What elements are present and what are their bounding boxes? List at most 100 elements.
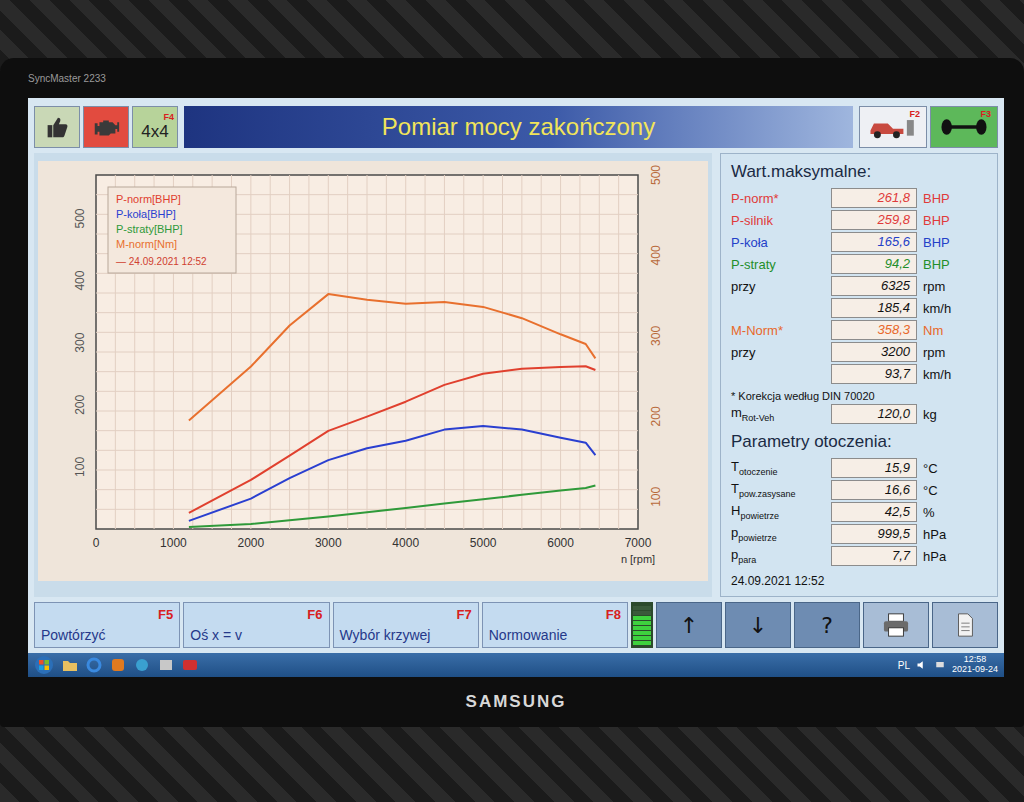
nav-button[interactable]: ↓ [725, 602, 791, 648]
windows-logo-icon [34, 655, 54, 675]
function-button-label: Oś x = v [190, 627, 242, 643]
value-field: 16,6 [831, 480, 917, 500]
clock[interactable]: 12:582021-09-24 [952, 655, 998, 675]
language-indicator[interactable]: PL [898, 660, 910, 671]
value-unit: BHP [923, 235, 987, 250]
engine-button[interactable] [83, 106, 129, 148]
value-label: przy [731, 345, 825, 360]
button-bar: PowtórzyćF5Oś x = vF6Wybór krzywejF7Norm… [34, 602, 998, 648]
value-label: P-straty [731, 257, 825, 272]
correction-note: * Korekcja według DIN 70020 [731, 390, 987, 402]
document-button[interactable] [932, 602, 998, 648]
x-axis-tick: 3000 [315, 536, 342, 550]
x-axis-tick: 2000 [238, 536, 265, 550]
speaker-icon[interactable] [916, 659, 928, 671]
function-button[interactable]: Normowanie F8 [482, 602, 628, 648]
ambient-row: Tpow.zasysane16,6°C [731, 480, 987, 500]
nav-button[interactable]: ↑ [656, 602, 722, 648]
max-value-row: P-koła165,6BHP [731, 232, 987, 252]
right-axis-tick: 400 [649, 245, 663, 265]
max-value-row: P-straty94,2BHP [731, 254, 987, 274]
key-button[interactable]: F44x4 [132, 106, 178, 148]
app-icon[interactable] [158, 657, 174, 673]
max-values-panel: Wart.maksymalne:P-norm*261,8BHPP-silnik2… [720, 153, 998, 597]
value-field: 7,7 [831, 546, 917, 566]
ambient-row: ppowietrze999,5hPa [731, 524, 987, 544]
measurement-date: 24.09.2021 12:52 [731, 568, 987, 588]
engine-icon [91, 112, 121, 142]
value-label: ppowietrze [731, 525, 825, 543]
car-button[interactable]: F2 [859, 106, 927, 148]
value-unit: kg [923, 407, 987, 422]
document-icon [950, 612, 980, 638]
function-key-label: F2 [909, 109, 920, 119]
globe-icon[interactable] [134, 657, 150, 673]
right-axis-tick: 300 [649, 326, 663, 346]
left-axis-tick: 100 [73, 457, 87, 477]
function-button[interactable]: PowtórzyćF5 [34, 602, 180, 648]
max-value-row: przy3200rpm [731, 342, 987, 362]
value-label: M-Norm* [731, 323, 825, 338]
monitor-brand-label: SAMSUNG [466, 692, 567, 712]
function-key-label: F5 [158, 607, 173, 622]
function-key-label: F3 [980, 109, 991, 119]
chart-series-line [189, 426, 596, 521]
ambient-row: ppara 7,7 hPa [731, 546, 987, 566]
ambient-row: Hpowietrze42,5% [731, 502, 987, 522]
legend-date: — 24.09.2021 12:52 [116, 256, 207, 267]
value-field: 120,0 [831, 404, 917, 424]
screen: F44x4Pomiar mocy zakończonyF2F3P-norm[BH… [28, 98, 1004, 677]
function-key-label: F7 [457, 607, 472, 622]
media-player-icon[interactable] [110, 657, 126, 673]
legend-entry: P-koła[BHP] [116, 208, 176, 220]
monitor-bezel-bottom: SAMSUNG [28, 677, 1004, 727]
x-axis-tick: 6000 [547, 536, 574, 550]
network-icon[interactable] [934, 659, 946, 671]
value-field: 165,6 [831, 232, 917, 252]
value-unit: °C [923, 483, 987, 498]
function-button[interactable]: Wybór krzywejF7 [333, 602, 479, 648]
function-button-label: Normowanie [489, 627, 568, 643]
title-bar: Pomiar mocy zakończony [184, 106, 853, 148]
value-field: 261,8 [831, 188, 917, 208]
indicator-segment [633, 641, 651, 645]
indicator-segment [633, 611, 651, 615]
value-unit: BHP [923, 213, 987, 228]
folder-icon[interactable] [62, 657, 78, 673]
max-values-title: Wart.maksymalne: [731, 162, 987, 182]
axle-button[interactable]: F3 [930, 106, 998, 148]
x-axis-tick: 5000 [470, 536, 497, 550]
browser-icon[interactable] [86, 657, 102, 673]
max-value-row: M-Norm* 358,3 Nm [731, 320, 987, 340]
value-label: mRot-Veh [731, 405, 825, 423]
value-unit: Nm [923, 323, 987, 338]
function-key-label: F8 [606, 607, 621, 622]
legend-box [108, 187, 236, 273]
right-axis-tick: 100 [649, 486, 663, 506]
legend-entry: M-norm[Nm] [116, 238, 177, 250]
legend-entry: P-straty[BHP] [116, 223, 183, 235]
power-chart-panel: P-norm[BHP]P-koła[BHP]P-straty[BHP]M-nor… [34, 153, 712, 597]
left-axis-tick: 200 [73, 394, 87, 414]
clock-time: 12:58 [964, 655, 987, 665]
ambient-row: Totoczenie15,9°C [731, 458, 987, 478]
value-label: ppara [731, 547, 825, 565]
value-unit: km/h [923, 301, 987, 316]
thumb-button[interactable] [34, 106, 80, 148]
x-axis-tick: 1000 [160, 536, 187, 550]
function-key-label: F6 [307, 607, 322, 622]
function-button[interactable]: Oś x = v F6 [183, 602, 329, 648]
system-tray: PL 12:582021-09-24 [898, 655, 998, 675]
nav-button[interactable]: ? [794, 602, 860, 648]
print-button[interactable] [863, 602, 929, 648]
right-axis-tick: 500 [649, 165, 663, 185]
left-toolbar: F44x4 [34, 106, 178, 148]
screen-title: Pomiar mocy zakończony [382, 113, 655, 141]
value-unit: hPa [923, 549, 987, 564]
max-value-row: P-silnik259,8BHP [731, 210, 987, 230]
dyno-app-icon[interactable] [182, 657, 198, 673]
value-unit: % [923, 505, 987, 520]
start-button[interactable] [34, 655, 54, 675]
value-field: 358,3 [831, 320, 917, 340]
indicator-segment [633, 636, 651, 640]
